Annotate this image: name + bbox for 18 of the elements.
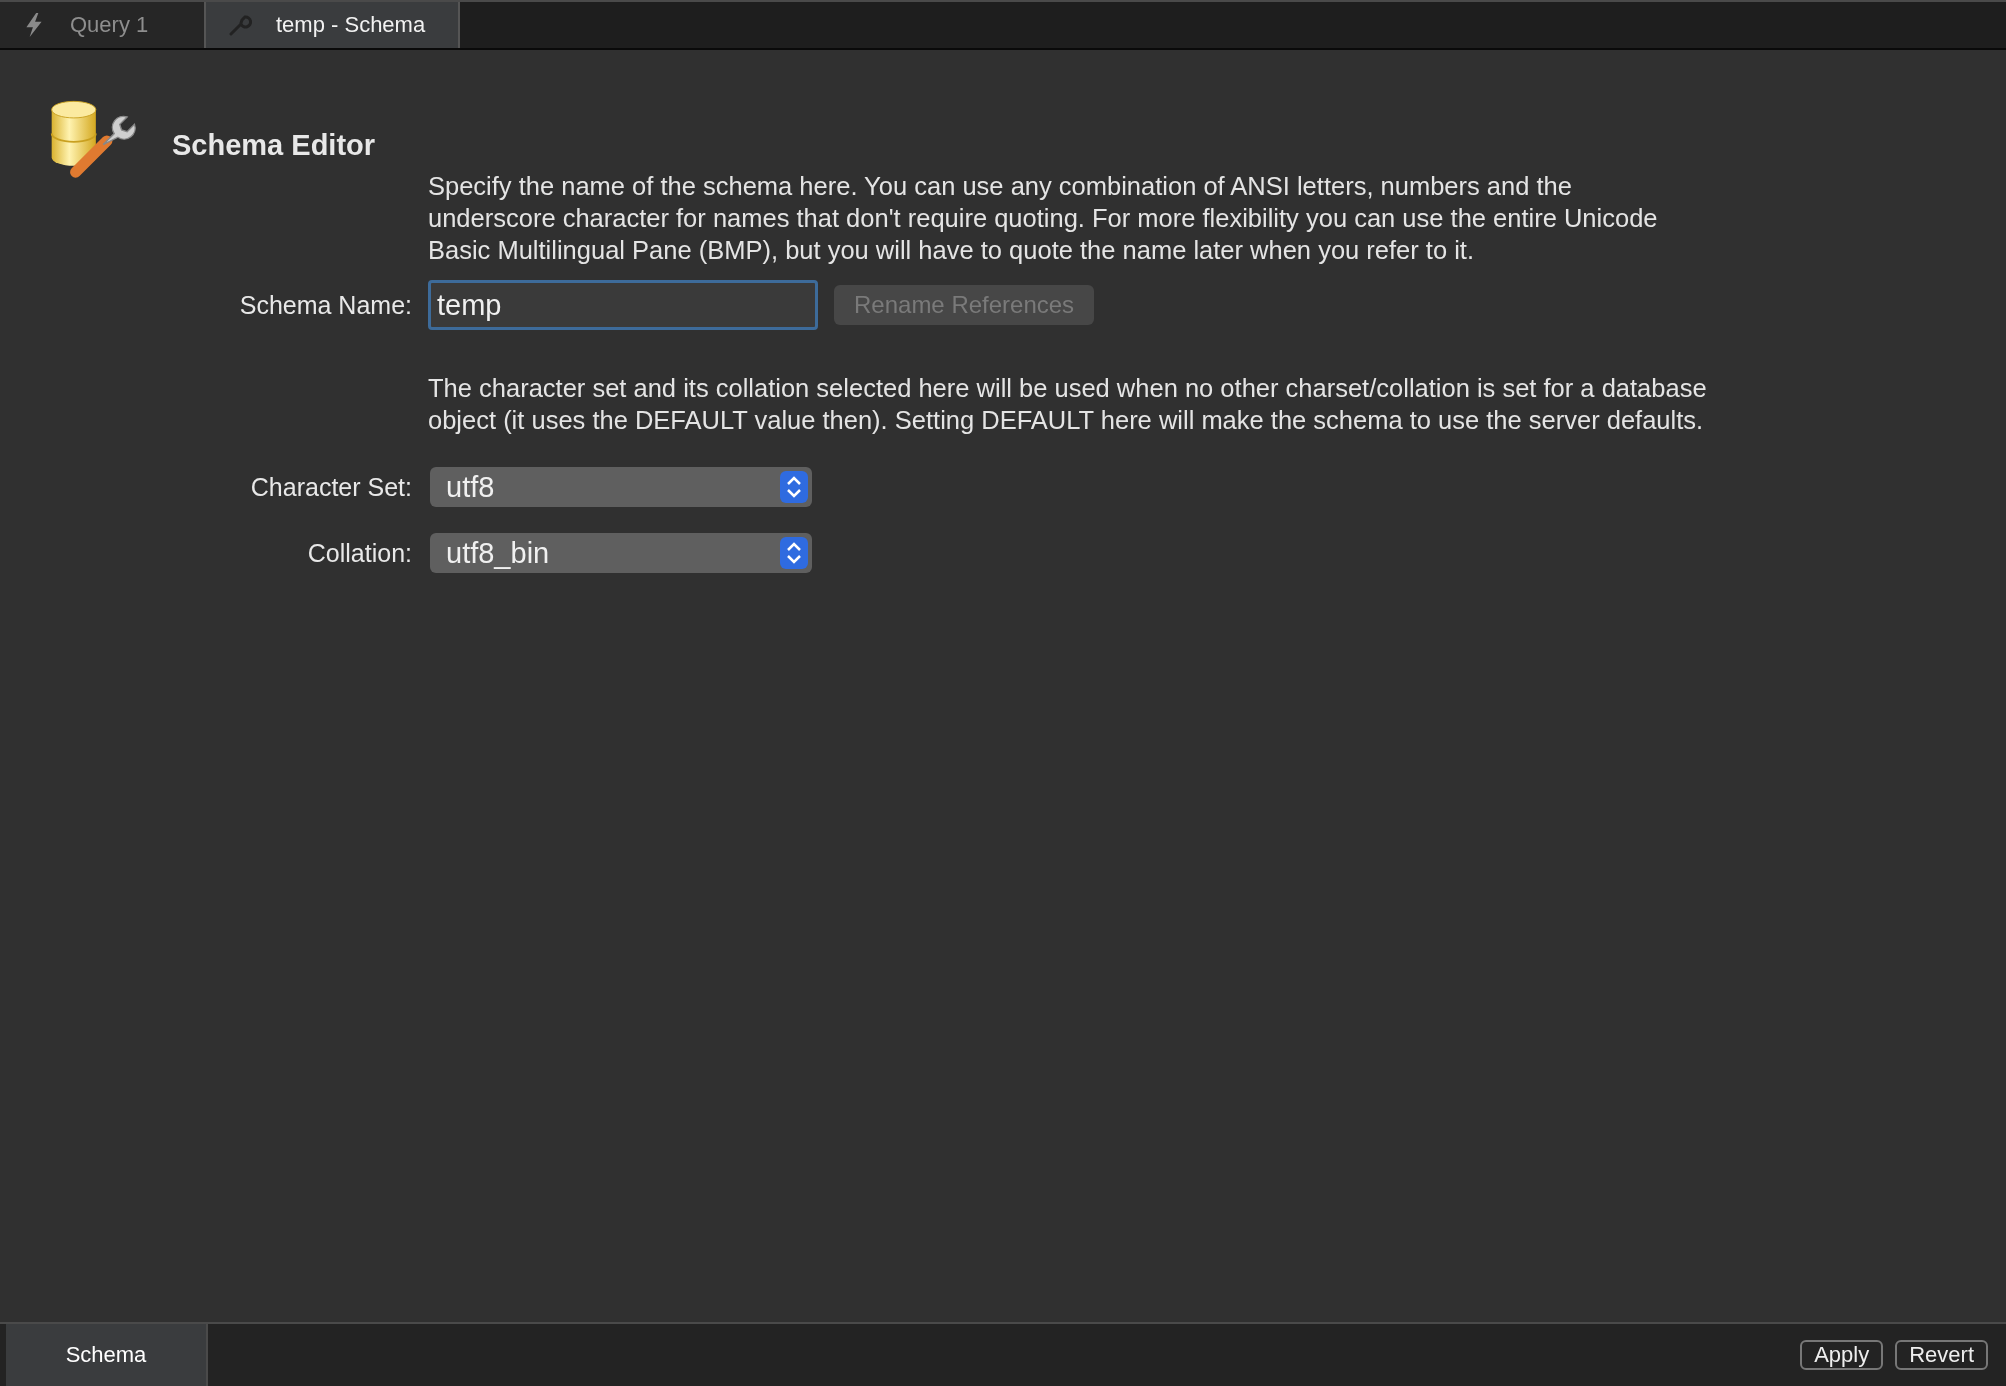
dropdown-value: utf8 — [446, 470, 495, 504]
help-text: Specify the name of the schema here. You can use any combination of ANSI letters, numbers and the underscore character for names that don't require quoting. For more flexibility you can use the entire Unicode Basic Multilingual Pane (BMP), but you will have to quote the name later when you refer to it. — [428, 171, 1659, 266]
editor-tab[interactable]: Query 1 — [0, 2, 206, 48]
schema-name-field[interactable]: temp — [428, 280, 818, 330]
dropdown[interactable]: utf8_bin — [430, 533, 812, 573]
dropdown[interactable]: utf8 — [430, 467, 812, 507]
editor-title: Schema Editor — [172, 128, 376, 162]
chevron-updown-icon — [780, 471, 808, 503]
dropdown-value: utf8_bin — [446, 536, 550, 570]
field-label: Schema Name: — [239, 290, 412, 320]
action-button[interactable]: Apply — [1800, 1340, 1884, 1370]
help-text: The character set and its collation selected here will be used when no other charset/collation is set for a database object (it uses the DEFAULT value then). Setting DEFAULT here will make the schema to use the server defaults. — [428, 373, 1708, 436]
chevron-updown-icon — [780, 537, 808, 569]
editor-tab[interactable]: temp - Schema — [206, 2, 460, 48]
action-button[interactable]: Revert — [1895, 1340, 1988, 1370]
field-label: Collation: — [307, 538, 412, 568]
bottom-tab[interactable]: Schema — [6, 1324, 208, 1386]
field-label: Character Set: — [250, 472, 412, 502]
